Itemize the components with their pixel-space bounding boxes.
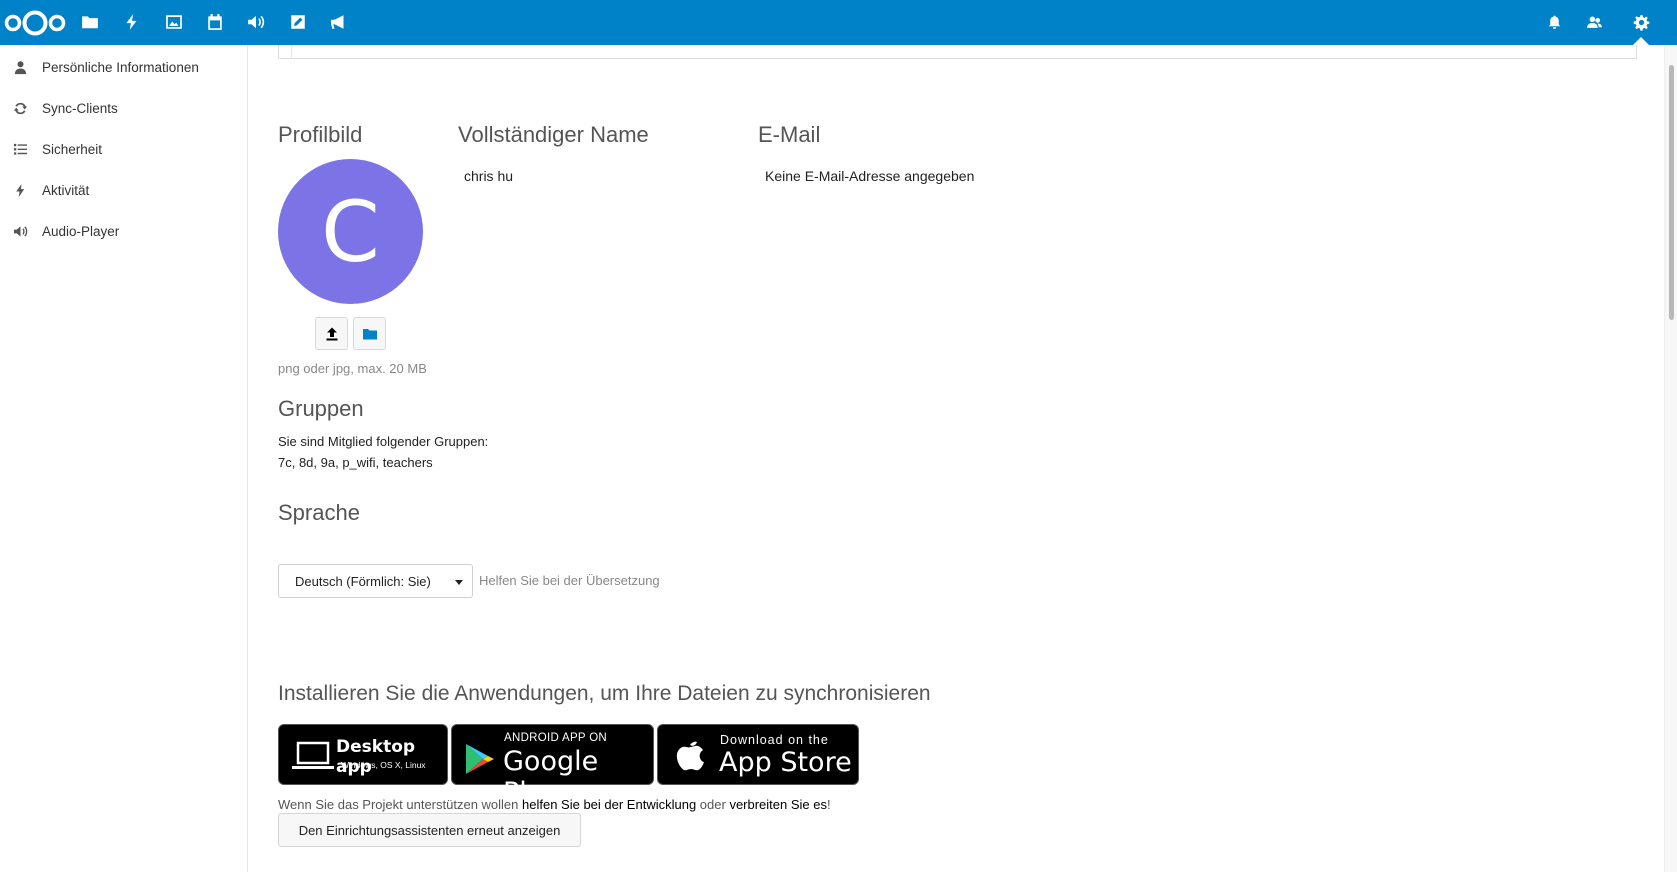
help-translate-link[interactable]: Helfen Sie bei der Übersetzung bbox=[479, 573, 660, 588]
scrollbar-thumb[interactable] bbox=[1669, 65, 1674, 320]
sidebar-item-activity[interactable]: Aktivität bbox=[0, 168, 247, 212]
support-text: Wenn Sie das Projekt unterstützen wollen… bbox=[278, 797, 831, 812]
app-store-top-label: Download on the bbox=[720, 733, 829, 747]
language-selected-value: Deutsch (Förmlich: Sie) bbox=[295, 574, 431, 589]
language-select[interactable]: Deutsch (Förmlich: Sie) bbox=[278, 564, 473, 598]
desktop-app-label: Desktop app bbox=[336, 737, 416, 777]
sync-icon bbox=[10, 98, 30, 118]
desktop-app-badge[interactable]: Desktop app Windows, OS X, Linux bbox=[278, 724, 448, 785]
sidebar-item-audio-player[interactable]: Audio-Player bbox=[0, 209, 247, 253]
avatar-section-title: Profilbild bbox=[278, 122, 363, 147]
list-icon bbox=[10, 139, 30, 159]
sidebar-item-label: Persönliche Informationen bbox=[42, 59, 199, 75]
sidebar-item-label: Aktivität bbox=[42, 182, 90, 198]
support-suffix: ! bbox=[827, 797, 831, 812]
notes-icon[interactable] bbox=[287, 11, 309, 33]
calendar-icon[interactable] bbox=[204, 11, 226, 33]
google-play-icon bbox=[466, 744, 494, 774]
settings-icon[interactable] bbox=[1630, 11, 1652, 33]
upload-avatar-button[interactable] bbox=[315, 317, 348, 350]
groups-intro: Sie sind Mitglied folgender Gruppen: bbox=[278, 434, 489, 449]
google-play-badge[interactable]: ANDROID APP ON Google Play bbox=[451, 724, 654, 808]
support-prefix: Wenn Sie das Projekt unterstützen wollen bbox=[278, 797, 523, 812]
app-store-label: App Store bbox=[719, 747, 852, 778]
groups-list: 7c, 8d, 9a, p_wifi, teachers bbox=[278, 455, 433, 470]
settings-menu-caret bbox=[1633, 37, 1649, 45]
fullname-section-title: Vollständiger Name bbox=[458, 122, 649, 147]
sidebar-item-label: Sync-Clients bbox=[42, 100, 118, 116]
audio-icon[interactable] bbox=[245, 11, 267, 33]
folder-icon bbox=[362, 328, 377, 339]
email-section-title: E-Mail bbox=[758, 122, 821, 147]
sidebar-item-security[interactable]: Sicherheit bbox=[0, 127, 247, 171]
avatar-letter: C bbox=[321, 182, 380, 281]
email-value[interactable]: Keine E-Mail-Adresse angegeben bbox=[765, 168, 974, 184]
fullname-value[interactable]: chris hu bbox=[464, 168, 513, 184]
sidebar-item-label: Audio-Player bbox=[42, 223, 120, 239]
contribute-link[interactable]: helfen Sie bei der Entwicklung bbox=[522, 797, 696, 812]
nextcloud-logo[interactable] bbox=[4, 9, 66, 37]
scrollbar[interactable] bbox=[1664, 45, 1677, 872]
avatar: C bbox=[278, 159, 423, 304]
spread-link[interactable]: verbreiten Sie es bbox=[729, 797, 827, 812]
app-store-badge[interactable]: Download on the App Store bbox=[657, 724, 859, 785]
sidebar-item-sync-clients[interactable]: Sync-Clients bbox=[0, 86, 247, 130]
settings-sidebar: Persönliche Informationen Sync-Clients S… bbox=[0, 45, 248, 872]
apple-icon bbox=[676, 741, 704, 771]
contacts-icon[interactable] bbox=[1583, 11, 1605, 33]
gallery-icon[interactable] bbox=[163, 11, 185, 33]
user-icon bbox=[10, 57, 30, 77]
google-play-top-label: ANDROID APP ON bbox=[504, 732, 608, 744]
upload-icon bbox=[326, 327, 337, 340]
groups-section-title: Gruppen bbox=[278, 396, 364, 421]
speaker-icon bbox=[10, 221, 30, 241]
show-wizard-button[interactable]: Den Einrichtungsassistenten erneut anzei… bbox=[278, 813, 581, 847]
desktop-app-platforms: Windows, OS X, Linux bbox=[341, 760, 426, 770]
apps-section-title: Installieren Sie die Anwendungen, um Ihr… bbox=[278, 682, 931, 705]
announcements-icon[interactable] bbox=[328, 11, 350, 33]
main-content: Profilbild Vollständiger Name E-Mail C p… bbox=[248, 45, 1664, 872]
activity-icon bbox=[10, 180, 30, 200]
laptop-icon bbox=[292, 741, 334, 769]
support-mid: oder bbox=[696, 797, 730, 812]
sidebar-item-personal-info[interactable]: Persönliche Informationen bbox=[0, 45, 247, 89]
language-section-title: Sprache bbox=[278, 500, 360, 525]
chevron-down-icon bbox=[455, 580, 463, 585]
sidebar-item-label: Sicherheit bbox=[42, 141, 103, 157]
previous-section-box bbox=[278, 45, 1637, 59]
notifications-icon[interactable] bbox=[1543, 11, 1565, 33]
avatar-hint: png oder jpg, max. 20 MB bbox=[278, 361, 427, 376]
files-icon[interactable] bbox=[79, 11, 101, 33]
choose-avatar-from-files-button[interactable] bbox=[353, 317, 386, 350]
top-bar bbox=[0, 0, 1677, 45]
activity-icon[interactable] bbox=[121, 11, 143, 33]
